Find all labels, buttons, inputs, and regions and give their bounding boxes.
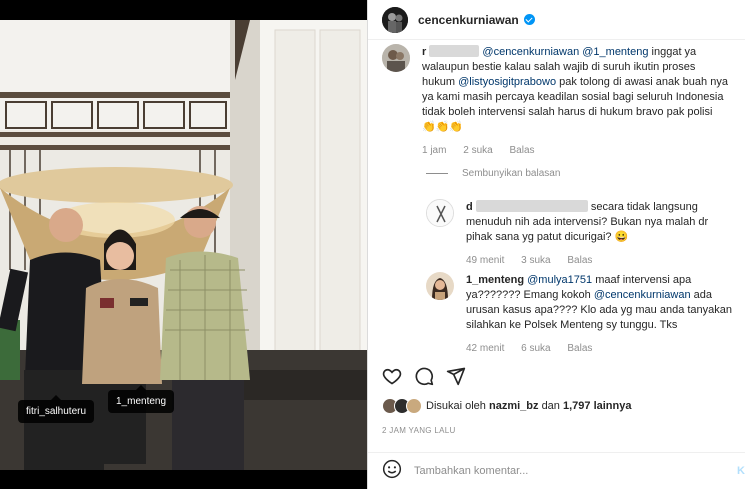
reply-button[interactable]: Balas (509, 145, 534, 156)
comment-icon[interactable] (414, 366, 434, 391)
photo-bottom-bar (0, 470, 367, 489)
comment-text: silahkan ke Polsek Menteng sy tunggu. Tk… (466, 319, 678, 331)
verified-badge-icon (523, 14, 535, 25)
comment-text: pak tolong di awasi anak buah nya (559, 76, 728, 88)
photo-tag-menteng[interactable]: 1_menteng (108, 385, 175, 413)
comment-emoji: 👏👏👏 (422, 121, 464, 133)
share-icon[interactable] (446, 366, 466, 391)
photo-tag-fitri[interactable]: fitri_salhuteru (18, 395, 95, 423)
comment-meta: 1 jam 2 suka Balas (422, 143, 734, 158)
reply-avatar[interactable] (426, 272, 454, 300)
comment-text: urusan kasus apa???? Klo ada yg mau anda… (466, 304, 733, 316)
reply-item: 1_menteng @mulya1751 maaf intervensi apa… (466, 273, 738, 356)
comment-text: walaupun bestie kalau salah wajib di sur… (422, 61, 696, 73)
comment-text: ada (693, 289, 713, 301)
comment-text: secara tidak langsung (590, 201, 698, 213)
liker-username[interactable]: nazmi_bz (489, 400, 539, 412)
comment-text: pihak sana yg patut dicurigai? (466, 231, 612, 243)
post-comment-button[interactable]: Ki (737, 465, 745, 477)
avatar[interactable] (382, 6, 408, 33)
hide-replies-label: Sembunyikan balasan (462, 168, 561, 179)
mention-link[interactable]: @1_menteng (582, 46, 648, 58)
comment-likes[interactable]: 3 suka (521, 255, 550, 266)
liker-avatars[interactable] (382, 398, 426, 414)
emoji-icon[interactable] (382, 459, 402, 484)
comment-text: ya??????? Emang kokoh (466, 289, 591, 301)
comment-time[interactable]: 42 menit (466, 343, 504, 354)
reply-avatar[interactable] (426, 199, 454, 227)
blurred-username (475, 200, 588, 212)
mention-link[interactable]: @cencenkurniawan (482, 46, 579, 58)
mention-link[interactable]: @cencenkurniawan (594, 289, 691, 301)
divider (426, 172, 448, 174)
comment-time[interactable]: 1 jam (422, 145, 446, 156)
heart-icon[interactable] (382, 366, 402, 391)
reply-button[interactable]: Balas (567, 255, 592, 266)
tag-label: fitri_salhuteru (26, 406, 87, 417)
blurred-username (429, 45, 480, 57)
comment-username[interactable]: r (422, 46, 426, 58)
add-comment-bar: Tambahkan komentar... Ki (368, 452, 745, 489)
comment-text: hukum (422, 76, 456, 88)
comment-text: ya kami masih percaya keadilan sosial ba… (422, 91, 724, 103)
avatar-image (382, 44, 410, 72)
comment-meta: 49 menit 3 suka Balas (466, 253, 738, 268)
reply-button[interactable]: Balas (567, 343, 592, 354)
comment-likes[interactable]: 2 suka (463, 145, 492, 156)
comment-text: menuduh nih ada intervensi? Bukan nya ma… (466, 216, 709, 228)
mention-link[interactable]: @mulya1751 (527, 274, 592, 286)
comment-text: inggat ya (651, 46, 697, 58)
avatar-image (427, 200, 453, 226)
tag-label: 1_menteng (116, 396, 167, 407)
comment-username[interactable]: 1_menteng (466, 274, 524, 286)
likes-middle: dan (541, 400, 560, 412)
post-photo[interactable]: fitri_salhuteru 1_menteng (0, 20, 367, 470)
avatar-image (426, 272, 454, 300)
comment-likes[interactable]: 6 suka (521, 343, 550, 354)
comment-time[interactable]: 49 menit (466, 255, 504, 266)
comment-meta: 42 menit 6 suka Balas (466, 341, 738, 356)
comment-input[interactable]: Tambahkan komentar... (414, 465, 528, 477)
comment-text: tidak boleh intervensi salah harus di hu… (422, 106, 713, 118)
mention-link[interactable]: @listyosigitprabowo (458, 76, 556, 88)
comments-panel: cencenkurniawan r @cencenkurniawan @1_me… (367, 0, 745, 489)
post-username[interactable]: cencenkurniawan (418, 13, 519, 27)
comment-username[interactable]: d (466, 201, 473, 213)
post-header: cencenkurniawan (368, 0, 745, 40)
likes-prefix: Disukai oleh (426, 400, 486, 412)
hide-replies-toggle[interactable]: Sembunyikan balasan (426, 168, 574, 179)
comment-item: r @cencenkurniawan @1_menteng inggat ya … (422, 45, 734, 158)
post-timestamp[interactable]: 2 JAM YANG LALU (382, 426, 456, 435)
instagram-post-view: fitri_salhuteru 1_menteng cencenkurniawa… (0, 0, 745, 489)
post-actions (368, 360, 745, 392)
reply-item: d secara tidak langsung menuduh nih ada … (466, 200, 738, 268)
avatar (406, 398, 422, 414)
likes-summary: Disukai oleh nazmi_bz dan 1,797 lainnya (382, 398, 631, 414)
comment-emoji: 😀 (614, 231, 629, 243)
likes-count[interactable]: 1,797 lainnya (563, 400, 632, 412)
comment-text: maaf intervensi apa (595, 274, 692, 286)
avatar-image (382, 6, 408, 33)
comment-avatar[interactable] (382, 44, 410, 72)
